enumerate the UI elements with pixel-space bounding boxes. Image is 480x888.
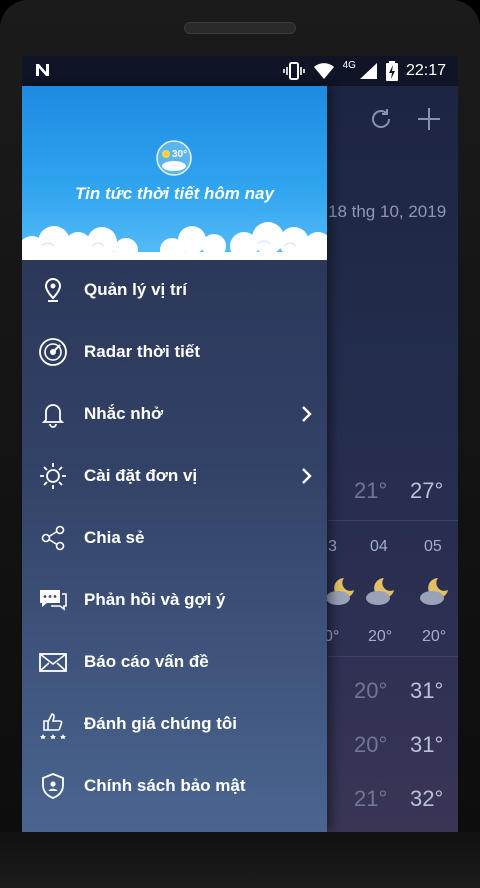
location-pin-icon: [44, 277, 62, 302]
sun-settings-icon: [40, 463, 66, 489]
menu-label: Đánh giá chúng tôi: [84, 714, 237, 733]
menu-item-share[interactable]: Chia sẻ: [22, 508, 327, 570]
daily-row: 20° 31°: [354, 678, 444, 703]
menu-item-reminder[interactable]: Nhắc nhở: [22, 384, 327, 446]
vibrate-icon: [282, 62, 305, 80]
night-cloud-icon: [366, 578, 394, 605]
date-label: 18 thg 10, 2019: [328, 202, 447, 221]
menu-item-unit-settings[interactable]: Cài đặt đơn vị: [22, 446, 327, 508]
share-icon: [41, 525, 65, 551]
hourly-forecast: 3 04 05 0° 20° 20°: [324, 538, 458, 678]
clock: 22:17: [405, 62, 446, 79]
thumbs-up-stars-icon: [40, 713, 66, 739]
app-logo-icon: 30°: [156, 140, 192, 176]
bottom-bezel: [0, 832, 480, 888]
daily-row: 20° 31°: [354, 732, 444, 757]
divider: [328, 520, 458, 521]
drawer-header: 30° Tin tức thời tiết hôm nay: [22, 86, 327, 260]
screen: 4G 22:17 18 thg 10, 2019 21° 27° 3 04 05: [22, 56, 458, 832]
menu-label: Chia sẻ: [84, 528, 145, 547]
signal-icon: [359, 63, 377, 79]
chevron-right-icon: [302, 406, 312, 422]
wifi-icon: [313, 63, 334, 79]
shield-user-icon: [42, 773, 64, 799]
menu-label: Nhắc nhở: [84, 404, 164, 423]
daily-row: 21° 32°: [354, 786, 444, 811]
drawer-title: Tin tức thời tiết hôm nay: [75, 184, 274, 203]
chevron-right-icon: [302, 468, 312, 484]
speaker-grille: [184, 22, 296, 34]
network-type: 4G: [342, 59, 356, 71]
menu-item-feedback[interactable]: Phản hồi và gợi ý: [22, 570, 327, 632]
menu-item-rate[interactable]: Đánh giá chúng tôi: [22, 694, 327, 756]
menu-item-privacy[interactable]: Chính sách bảo mật: [22, 756, 327, 818]
menu-item-radar[interactable]: Radar thời tiết: [22, 322, 327, 384]
menu-label: Quản lý vị trí: [84, 280, 187, 299]
navigation-drawer: 30° Tin tức thời tiết hôm nay Quản lý vị…: [22, 86, 327, 832]
menu-item-location[interactable]: Quản lý vị trí: [22, 260, 327, 322]
today-temp-row: 21° 27°: [354, 478, 444, 503]
menu-label: Radar thời tiết: [84, 342, 200, 361]
chat-bubble-icon: [40, 590, 67, 611]
add-icon[interactable]: [416, 106, 442, 132]
divider: [328, 656, 458, 657]
menu-item-report[interactable]: Báo cáo vấn đề: [22, 632, 327, 694]
night-cloud-icon: [326, 578, 354, 605]
refresh-icon[interactable]: [368, 106, 394, 132]
menu-label: Phản hồi và gợi ý: [84, 590, 226, 609]
phone-frame: 4G 22:17 18 thg 10, 2019 21° 27° 3 04 05: [0, 0, 480, 888]
envelope-icon: [39, 653, 67, 672]
menu-label: Chính sách bảo mật: [84, 776, 246, 795]
n-notification-icon: [34, 62, 52, 83]
clouds-decoration: [22, 222, 327, 260]
battery-charging-icon: [385, 61, 398, 81]
logo-temp: 30°: [172, 149, 188, 160]
status-bar: 4G 22:17: [22, 56, 458, 86]
night-cloud-icon: [420, 578, 448, 605]
bell-icon: [41, 404, 65, 428]
radar-icon: [39, 338, 67, 366]
menu-label: Cài đặt đơn vị: [84, 466, 198, 485]
menu-label: Báo cáo vấn đề: [84, 652, 209, 671]
